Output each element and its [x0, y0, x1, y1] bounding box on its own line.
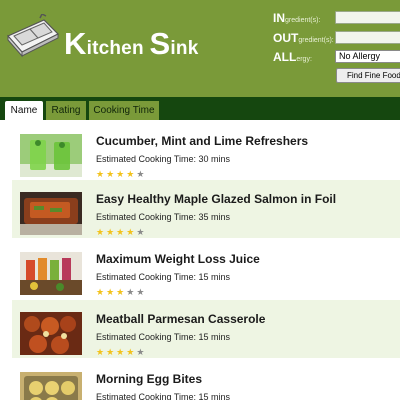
- star-filled-icon: ★: [96, 169, 107, 179]
- recipe-rating: ★★★★★: [96, 287, 146, 298]
- tab-rating[interactable]: Rating: [46, 101, 86, 120]
- recipe-rating: ★★★★★: [96, 347, 146, 358]
- recipe-item[interactable]: Cucumber, Mint and Lime Refreshers Estim…: [12, 122, 400, 180]
- star-filled-icon: ★: [126, 227, 137, 237]
- recipe-cooking-time: Estimated Cooking Time: 30 mins: [96, 154, 231, 164]
- outgredient-input[interactable]: [335, 31, 400, 44]
- tab-name[interactable]: Name: [5, 101, 43, 120]
- star-filled-icon: ★: [116, 227, 127, 237]
- outgredient-label: OUTgredient(s):: [273, 31, 334, 45]
- kitchen-sink-icon: [7, 14, 60, 58]
- recipe-title[interactable]: Maximum Weight Loss Juice: [96, 252, 260, 266]
- recipe-rating: ★★★★★: [96, 169, 146, 180]
- allergy-label: ALLergy:: [273, 50, 312, 64]
- recipe-title[interactable]: Meatball Parmesan Casserole: [96, 312, 265, 326]
- recipe-thumbnail-meatballs[interactable]: [20, 312, 82, 355]
- find-fine-food-button[interactable]: Find Fine Food: [336, 68, 400, 83]
- star-filled-icon: ★: [96, 347, 107, 357]
- recipe-rating: ★★★★★: [96, 227, 146, 238]
- recipe-thumbnail-drink[interactable]: [20, 134, 82, 177]
- star-filled-icon: ★: [106, 287, 117, 297]
- ingredient-label: INgredient(s):: [273, 11, 321, 25]
- recipe-title[interactable]: Cucumber, Mint and Lime Refreshers: [96, 134, 308, 148]
- ingredient-input[interactable]: [335, 11, 400, 24]
- recipe-cooking-time: Estimated Cooking Time: 15 mins: [96, 392, 231, 400]
- recipe-thumbnail-egg-bites[interactable]: [20, 372, 82, 400]
- star-filled-icon: ★: [96, 287, 107, 297]
- star-filled-icon: ★: [106, 347, 117, 357]
- star-filled-icon: ★: [96, 227, 107, 237]
- star-empty-icon: ★: [136, 287, 147, 297]
- recipe-thumbnail-juice[interactable]: [20, 252, 82, 295]
- site-header: Kitchen Sink INgredient(s): OUTgredient(…: [0, 0, 400, 97]
- outgredient-row: OUTgredient(s):: [273, 31, 400, 47]
- star-filled-icon: ★: [126, 169, 137, 179]
- site-logo-text[interactable]: Kitchen Sink: [64, 28, 198, 60]
- star-filled-icon: ★: [106, 227, 117, 237]
- sort-tab-bar: Name Rating Cooking Time: [0, 97, 400, 120]
- ingredient-row: INgredient(s):: [273, 11, 400, 27]
- recipe-cooking-time: Estimated Cooking Time: 15 mins: [96, 272, 231, 282]
- star-filled-icon: ★: [126, 347, 137, 357]
- recipe-title[interactable]: Morning Egg Bites: [96, 372, 202, 386]
- star-filled-icon: ★: [116, 287, 127, 297]
- recipe-item[interactable]: Morning Egg Bites Estimated Cooking Time…: [12, 360, 400, 400]
- star-empty-icon: ★: [126, 287, 137, 297]
- star-filled-icon: ★: [106, 169, 117, 179]
- tab-cooking-time[interactable]: Cooking Time: [89, 101, 159, 120]
- recipe-thumbnail-salmon[interactable]: [20, 192, 82, 235]
- allergy-select[interactable]: No Allergy: [335, 50, 400, 63]
- recipe-cooking-time: Estimated Cooking Time: 35 mins: [96, 212, 231, 222]
- star-filled-icon: ★: [116, 169, 127, 179]
- recipe-title[interactable]: Easy Healthy Maple Glazed Salmon in Foil: [96, 192, 336, 206]
- recipe-list: Cucumber, Mint and Lime Refreshers Estim…: [12, 122, 400, 400]
- star-empty-icon: ★: [136, 169, 147, 179]
- recipe-item[interactable]: Meatball Parmesan Casserole Estimated Co…: [12, 300, 400, 358]
- recipe-item[interactable]: Easy Healthy Maple Glazed Salmon in Foil…: [12, 180, 400, 238]
- star-empty-icon: ★: [136, 347, 147, 357]
- star-empty-icon: ★: [136, 227, 147, 237]
- recipe-cooking-time: Estimated Cooking Time: 15 mins: [96, 332, 231, 342]
- recipe-item[interactable]: Maximum Weight Loss Juice Estimated Cook…: [12, 240, 400, 298]
- allergy-row: ALLergy: No Allergy: [273, 50, 400, 66]
- star-filled-icon: ★: [116, 347, 127, 357]
